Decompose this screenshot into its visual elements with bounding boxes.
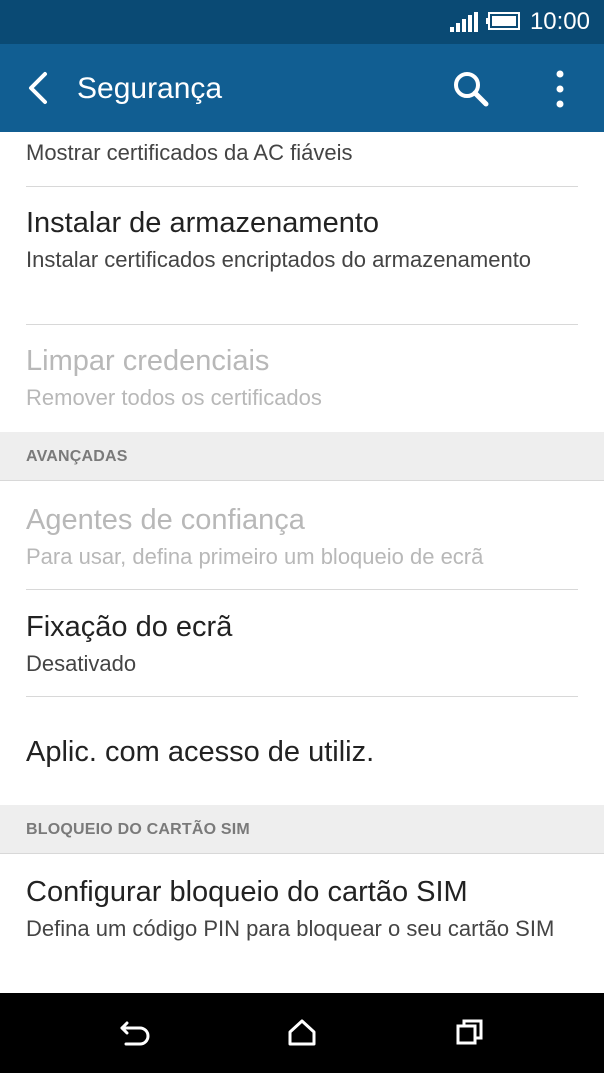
section-header-sim-lock: BLOQUEIO DO CARTÃO SIM: [0, 805, 604, 854]
recents-icon: [456, 1019, 483, 1045]
sim-card-lock-item[interactable]: Configurar bloqueio do cartão SIM Defina…: [26, 875, 578, 943]
app-bar: Segurança: [0, 44, 604, 132]
clear-credentials-item: Limpar credenciais Remover todos os cert…: [26, 344, 578, 412]
search-button[interactable]: [448, 66, 494, 112]
install-from-storage-item[interactable]: Instalar de armazenamento Instalar certi…: [26, 206, 578, 274]
settings-list[interactable]: Mostrar certificados da AC fiáveis Insta…: [0, 132, 604, 993]
divider: [26, 186, 578, 187]
item-title: Instalar de armazenamento: [26, 207, 380, 239]
signal-icon: [450, 12, 478, 32]
overflow-menu-button[interactable]: [538, 66, 582, 112]
item-title: Agentes de confiança: [26, 504, 305, 536]
nav-home-button[interactable]: [280, 1011, 324, 1055]
item-summary: Mostrar certificados da AC fiáveis: [26, 140, 353, 165]
nav-recents-button[interactable]: [448, 1011, 492, 1055]
item-summary: Defina um código PIN para bloquear o seu…: [26, 916, 555, 941]
item-summary: Para usar, defina primeiro um bloqueio d…: [26, 544, 484, 569]
section-header-label: BLOQUEIO DO CARTÃO SIM: [26, 821, 250, 838]
item-summary: Remover todos os certificados: [26, 385, 322, 410]
more-vertical-icon: [556, 70, 564, 108]
item-title: Fixação do ecrã: [26, 611, 233, 643]
divider: [26, 324, 578, 325]
status-bar: 10:00: [0, 0, 604, 44]
item-summary: Instalar certificados encriptados do arm…: [26, 247, 532, 272]
page-title: Segurança: [77, 72, 223, 105]
screen-pinning-item[interactable]: Fixação do ecrã Desativado: [26, 610, 578, 678]
usage-access-apps-item[interactable]: Aplic. com acesso de utiliz.: [26, 735, 578, 769]
status-time: 10:00: [529, 8, 590, 35]
search-icon: [454, 72, 489, 107]
divider: [26, 589, 578, 590]
nav-back-button[interactable]: [114, 1011, 158, 1055]
divider: [26, 696, 578, 697]
trust-agents-item: Agentes de confiança Para usar, defina p…: [26, 503, 578, 571]
home-icon: [288, 1019, 316, 1046]
navigation-bar: [0, 993, 604, 1073]
item-title: Aplic. com acesso de utiliz.: [26, 736, 375, 768]
trusted-certificates-item[interactable]: Mostrar certificados da AC fiáveis: [26, 138, 578, 167]
item-summary: Desativado: [26, 651, 137, 676]
back-button[interactable]: [18, 66, 62, 110]
battery-icon: [486, 12, 520, 30]
back-icon: [120, 1021, 150, 1046]
section-header-advanced: AVANÇADAS: [0, 432, 604, 481]
item-title: Limpar credenciais: [26, 345, 270, 377]
section-header-label: AVANÇADAS: [26, 448, 128, 465]
back-arrow-icon: [29, 72, 47, 104]
item-title: Configurar bloqueio do cartão SIM: [26, 876, 468, 908]
